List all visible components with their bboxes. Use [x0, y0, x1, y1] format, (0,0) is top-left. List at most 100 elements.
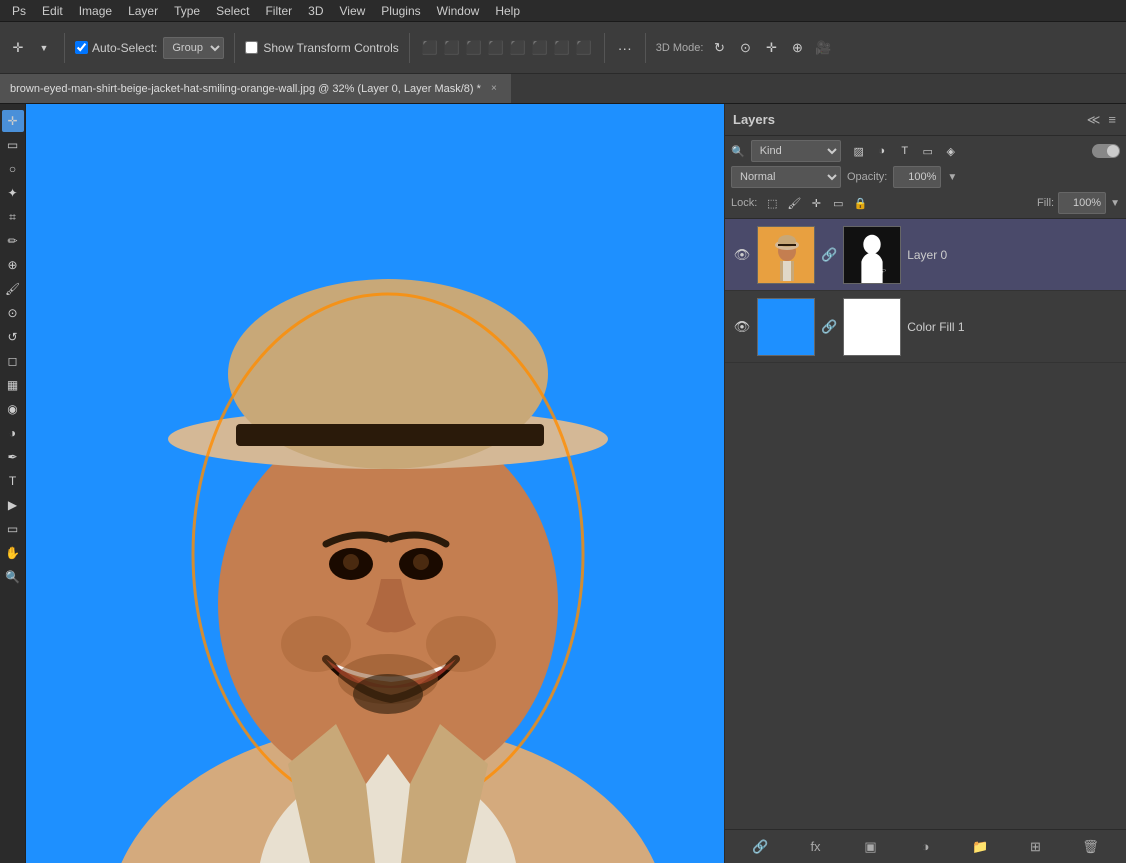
opacity-input[interactable] — [893, 166, 941, 188]
align-bottom-icon[interactable]: ⬛ — [552, 38, 572, 58]
auto-select-type[interactable]: Group Layer — [163, 37, 224, 59]
align-icons: ⬛ ⬛ ⬛ ⬛ ⬛ ⬛ ⬛ ⬛ — [420, 38, 594, 58]
opacity-chevron-icon[interactable]: ▼ — [947, 172, 957, 183]
auto-select-checkbox[interactable] — [75, 41, 88, 54]
menu-bar: Ps Edit Image Layer Type Select Filter 3… — [0, 0, 1126, 22]
brush-tool[interactable]: 🖌 — [2, 278, 24, 300]
colorfill1-link-icon[interactable]: 🔗 — [821, 319, 837, 335]
fill-input[interactable] — [1058, 192, 1106, 214]
heal-tool[interactable]: ⊕ — [2, 254, 24, 276]
menu-window[interactable]: Window — [429, 0, 488, 22]
dodge-tool[interactable]: ◑ — [2, 422, 24, 444]
layer-item-layer0[interactable]: 👁 — [725, 219, 1126, 291]
layers-link-icon[interactable]: 🔗 — [749, 835, 773, 859]
menu-help[interactable]: Help — [487, 0, 528, 22]
filter-smart-icon[interactable]: ◈ — [941, 141, 961, 161]
colorfill1-mask-thumbnail — [843, 298, 901, 356]
hand-tool[interactable]: ✋ — [2, 542, 24, 564]
3d-slide-icon[interactable]: ⊕ — [787, 38, 807, 58]
menu-layer[interactable]: Layer — [120, 0, 166, 22]
zoom-tool[interactable]: 🔍 — [2, 566, 24, 588]
path-select-tool[interactable]: ▶ — [2, 494, 24, 516]
menu-image[interactable]: Image — [71, 0, 120, 22]
3d-orbit-icon[interactable]: ↻ — [709, 38, 729, 58]
3d-roll-icon[interactable]: ⊙ — [735, 38, 755, 58]
crop-tool[interactable]: ⌗ — [2, 206, 24, 228]
layer-list: 👁 — [725, 219, 1126, 829]
magic-wand-tool[interactable]: ✦ — [2, 182, 24, 204]
filter-pixel-icon[interactable]: ▨ — [849, 141, 869, 161]
menu-select[interactable]: Select — [208, 0, 257, 22]
move-tool-arrow[interactable]: ▼ — [34, 38, 54, 58]
lock-position-icon[interactable]: ✛ — [807, 194, 825, 212]
eraser-tool[interactable]: ◻ — [2, 350, 24, 372]
filter-toggle[interactable] — [1092, 144, 1120, 158]
align-left-icon[interactable]: ⬛ — [420, 38, 440, 58]
lock-all-icon[interactable]: 🔒 — [851, 194, 869, 212]
blend-mode-select[interactable]: Normal Multiply Screen Overlay — [731, 166, 841, 188]
svg-text:☞: ☞ — [875, 265, 887, 280]
layers-collapse-icon[interactable]: ≪ — [1085, 110, 1103, 130]
lasso-tool[interactable]: ○ — [2, 158, 24, 180]
history-brush-tool[interactable]: ↺ — [2, 326, 24, 348]
lock-image-icon[interactable]: 🖌 — [785, 194, 803, 212]
transform-controls-checkbox[interactable] — [245, 41, 258, 54]
layers-fx-icon[interactable]: fx — [804, 835, 828, 859]
filter-shape-icon[interactable]: ▭ — [918, 141, 938, 161]
text-tool[interactable]: T — [2, 470, 24, 492]
align-fill-icon[interactable]: ⬛ — [486, 38, 506, 58]
main-area: ✛ ▭ ○ ✦ ⌗ ✏ ⊕ 🖌 ⊙ ↺ ◻ ▦ ◉ ◑ ✒ T ▶ ▭ ✋ 🔍 — [0, 104, 1126, 863]
layer0-mask-thumbnail: ☞ — [843, 226, 901, 284]
layers-new-icon[interactable]: ⊞ — [1024, 835, 1048, 859]
filter-type-select[interactable]: Kind Name Effect — [751, 140, 841, 162]
filter-adjustment-icon[interactable]: ◑ — [872, 141, 892, 161]
tab-close-button[interactable]: × — [487, 82, 501, 96]
menu-view[interactable]: View — [331, 0, 373, 22]
colorfill1-blue-content — [758, 299, 814, 355]
align-right-icon[interactable]: ⬛ — [464, 38, 484, 58]
transform-controls-label: Show Transform Controls — [245, 41, 398, 55]
menu-3d[interactable]: 3D — [300, 0, 331, 22]
menu-type[interactable]: Type — [166, 0, 208, 22]
menu-edit[interactable]: Edit — [34, 0, 71, 22]
gradient-tool[interactable]: ▦ — [2, 374, 24, 396]
menu-plugins[interactable]: Plugins — [373, 0, 428, 22]
shape-tool[interactable]: ▭ — [2, 518, 24, 540]
opacity-label: Opacity: — [847, 171, 887, 183]
eyedropper-tool[interactable]: ✏ — [2, 230, 24, 252]
lock-transparent-icon[interactable]: ⬚ — [763, 194, 781, 212]
document-tab[interactable]: brown-eyed-man-shirt-beige-jacket-hat-sm… — [0, 74, 512, 103]
layers-group-icon[interactable]: 📁 — [969, 835, 993, 859]
blend-mode-row: Normal Multiply Screen Overlay Opacity: … — [731, 166, 1120, 188]
layers-controls: 🔍 Kind Name Effect ▨ ◑ T ▭ ◈ — [725, 136, 1126, 219]
colorfill1-visibility-icon[interactable]: 👁 — [733, 319, 751, 335]
move-tool-button[interactable]: ✛ — [2, 110, 24, 132]
align-top-icon[interactable]: ⬛ — [508, 38, 528, 58]
layers-adjustment-icon[interactable]: ◑ — [914, 835, 938, 859]
lock-artboard-icon[interactable]: ▭ — [829, 194, 847, 212]
align-extra-icon[interactable]: ⬛ — [574, 38, 594, 58]
filter-type-icon[interactable]: T — [895, 141, 915, 161]
move-tool-icon[interactable]: ✛ — [8, 38, 28, 58]
align-center-h-icon[interactable]: ⬛ — [442, 38, 462, 58]
clone-tool[interactable]: ⊙ — [2, 302, 24, 324]
pen-tool[interactable]: ✒ — [2, 446, 24, 468]
more-options-icon[interactable]: ··· — [615, 38, 635, 58]
fill-chevron-icon[interactable]: ▼ — [1110, 198, 1120, 209]
align-middle-icon[interactable]: ⬛ — [530, 38, 550, 58]
layer-item-colorfill1[interactable]: 👁 🔗 Color Fill 1 — [725, 291, 1126, 363]
layer0-visibility-icon[interactable]: 👁 — [733, 247, 751, 263]
layers-mask-icon[interactable]: ▣ — [859, 835, 883, 859]
layers-menu-icon[interactable]: ≡ — [1106, 110, 1118, 130]
blur-tool[interactable]: ◉ — [2, 398, 24, 420]
select-rect-tool[interactable]: ▭ — [2, 134, 24, 156]
lock-row: Lock: ⬚ 🖌 ✛ ▭ 🔒 Fill: ▼ — [731, 192, 1120, 214]
menu-ps[interactable]: Ps — [4, 0, 34, 22]
layers-panel-title: Layers — [733, 112, 775, 127]
layer0-link-icon[interactable]: 🔗 — [821, 247, 837, 263]
menu-filter[interactable]: Filter — [257, 0, 300, 22]
layer0-photo-content — [758, 227, 814, 283]
3d-zoom-icon[interactable]: 🎥 — [813, 38, 833, 58]
3d-pan-icon[interactable]: ✛ — [761, 38, 781, 58]
layers-delete-icon[interactable]: 🗑 — [1079, 835, 1103, 859]
